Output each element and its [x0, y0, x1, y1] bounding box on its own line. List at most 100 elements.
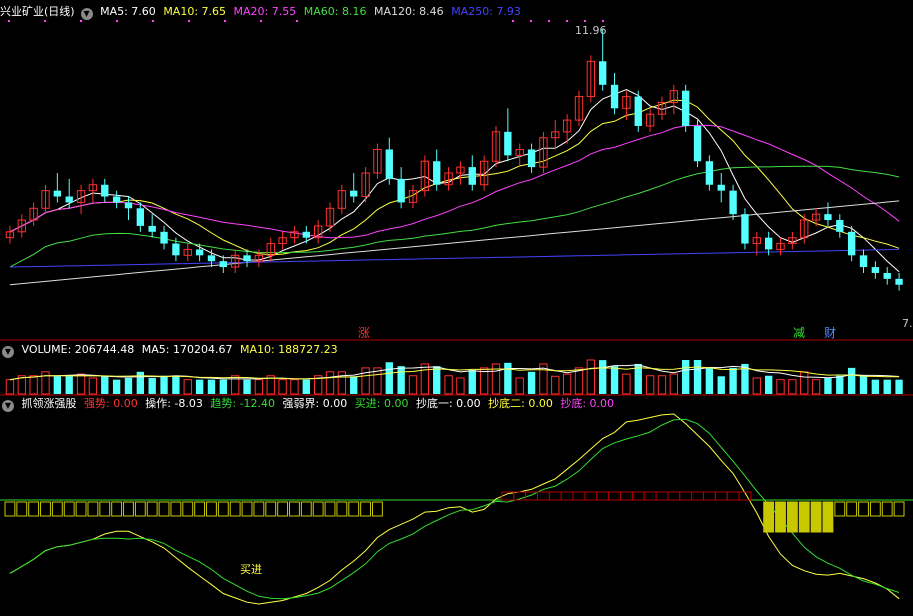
volume-bar — [5, 379, 15, 395]
stock-chart[interactable]: 11.96 7. 涨 减 财 买进 — [0, 0, 913, 616]
volume-bar — [444, 375, 453, 395]
top-dot-markers — [8, 20, 604, 22]
bottom-bar — [182, 501, 194, 517]
volume-bar — [859, 375, 868, 394]
volume-bar — [41, 371, 50, 395]
candle-body — [599, 61, 607, 85]
strong-bar — [667, 491, 681, 501]
signal-dot — [44, 20, 46, 22]
indicator-bottom: 抄底: 0.00 — [560, 397, 615, 410]
buy-signal-label: 买进 — [240, 563, 262, 576]
strong-bar — [560, 491, 574, 501]
ma20-label: MA20: 7.55 — [233, 5, 297, 18]
candle-body — [172, 243, 180, 256]
bottom-bar — [846, 501, 858, 517]
candle-body — [195, 249, 204, 256]
candle-body — [124, 202, 133, 209]
bottom-bar — [289, 501, 300, 517]
main-ma-lines — [9, 88, 900, 286]
strong-bar — [714, 491, 728, 501]
candle-body — [729, 190, 737, 215]
volume-bar — [788, 379, 797, 395]
signal-dot — [152, 20, 154, 22]
bottom-bar — [51, 501, 63, 517]
bottom-bar — [300, 501, 312, 517]
bottom-bar — [111, 501, 123, 517]
volume-bar — [610, 366, 619, 394]
bottom-bar — [822, 501, 834, 533]
volume-bar — [800, 371, 809, 395]
candle-body — [101, 184, 109, 197]
volume-bar — [290, 379, 299, 395]
volume-bar — [350, 376, 358, 394]
bottom-bar — [40, 501, 51, 517]
bottom-bar — [99, 501, 111, 517]
volume-bar — [101, 375, 109, 394]
volume-bar — [76, 373, 86, 395]
volume-bar — [776, 379, 785, 395]
indicator-bottom1: 抄底一: 0.00 — [415, 397, 481, 410]
main-header: 兴业矿业(日线) ▼ MA5: 7.60 MA10: 7.65 MA20: 7.5… — [0, 5, 525, 20]
strong-bar — [631, 491, 645, 501]
bottom-bar — [253, 501, 265, 517]
chart-annotations: 11.96 7. 涨 减 财 买进 — [240, 24, 913, 576]
bottom-bar — [893, 501, 905, 517]
bottom-bar — [277, 501, 289, 517]
candle-body — [397, 178, 405, 203]
bottom-bar — [763, 501, 775, 533]
bottom-bar — [217, 501, 229, 517]
indicator-boundary: 强弱界: 0.00 — [282, 397, 348, 410]
volume-bar — [408, 375, 418, 395]
volume-bar — [752, 377, 761, 395]
volume-bar — [112, 379, 121, 394]
volume-bar — [468, 370, 476, 394]
volume-ma10-label: MA10: 188727.23 — [239, 343, 338, 356]
volume-bar — [254, 379, 264, 395]
bottom-bar — [775, 501, 786, 533]
bottom-bar — [158, 501, 170, 517]
candle-body — [350, 190, 358, 197]
signal-dot — [224, 20, 226, 22]
high-price-label: 11.96 — [575, 24, 607, 37]
candle-body — [219, 261, 227, 268]
candle-body — [527, 149, 536, 168]
candle-body — [610, 84, 619, 109]
volume-bar — [148, 377, 156, 394]
volume-bar — [574, 367, 584, 395]
candle-body — [302, 231, 310, 238]
volume-bar — [811, 379, 821, 395]
candle-body — [883, 272, 891, 279]
volume-bar — [504, 362, 512, 394]
indicator-operate: 操作: -8.03 — [145, 397, 203, 410]
chevron-down-icon[interactable]: ▼ — [80, 8, 93, 20]
volume-bar — [361, 367, 370, 395]
volume-bar — [88, 377, 98, 395]
volume-bar — [278, 379, 287, 395]
bottom-bar — [229, 501, 241, 517]
volume-bar — [491, 363, 501, 395]
signal-dot — [530, 20, 532, 22]
volume-bar — [669, 373, 678, 395]
chevron-down-icon[interactable]: ▼ — [2, 346, 14, 358]
volume-bar — [207, 379, 216, 394]
candle-body — [741, 214, 749, 244]
candle-body — [705, 161, 714, 185]
signal-dot — [512, 20, 514, 22]
candle-body — [871, 267, 880, 273]
volume-bar — [836, 375, 844, 394]
strong-bar — [726, 491, 740, 501]
bottom-bar — [63, 501, 75, 517]
ma60-label: MA60: 8.16 — [303, 5, 367, 18]
candle-body — [634, 96, 642, 126]
strong-bar — [608, 491, 621, 501]
volume-bar — [693, 360, 702, 394]
volume-bar — [124, 377, 133, 394]
strong-bar — [548, 491, 562, 501]
chevron-down-icon[interactable]: ▼ — [2, 400, 14, 412]
mark-jian: 减 — [793, 326, 805, 340]
volume-bar — [172, 375, 180, 394]
candle-body — [859, 255, 868, 268]
bottom-bar — [170, 501, 182, 517]
volume-bar — [325, 371, 335, 395]
volume-bar — [824, 377, 832, 394]
